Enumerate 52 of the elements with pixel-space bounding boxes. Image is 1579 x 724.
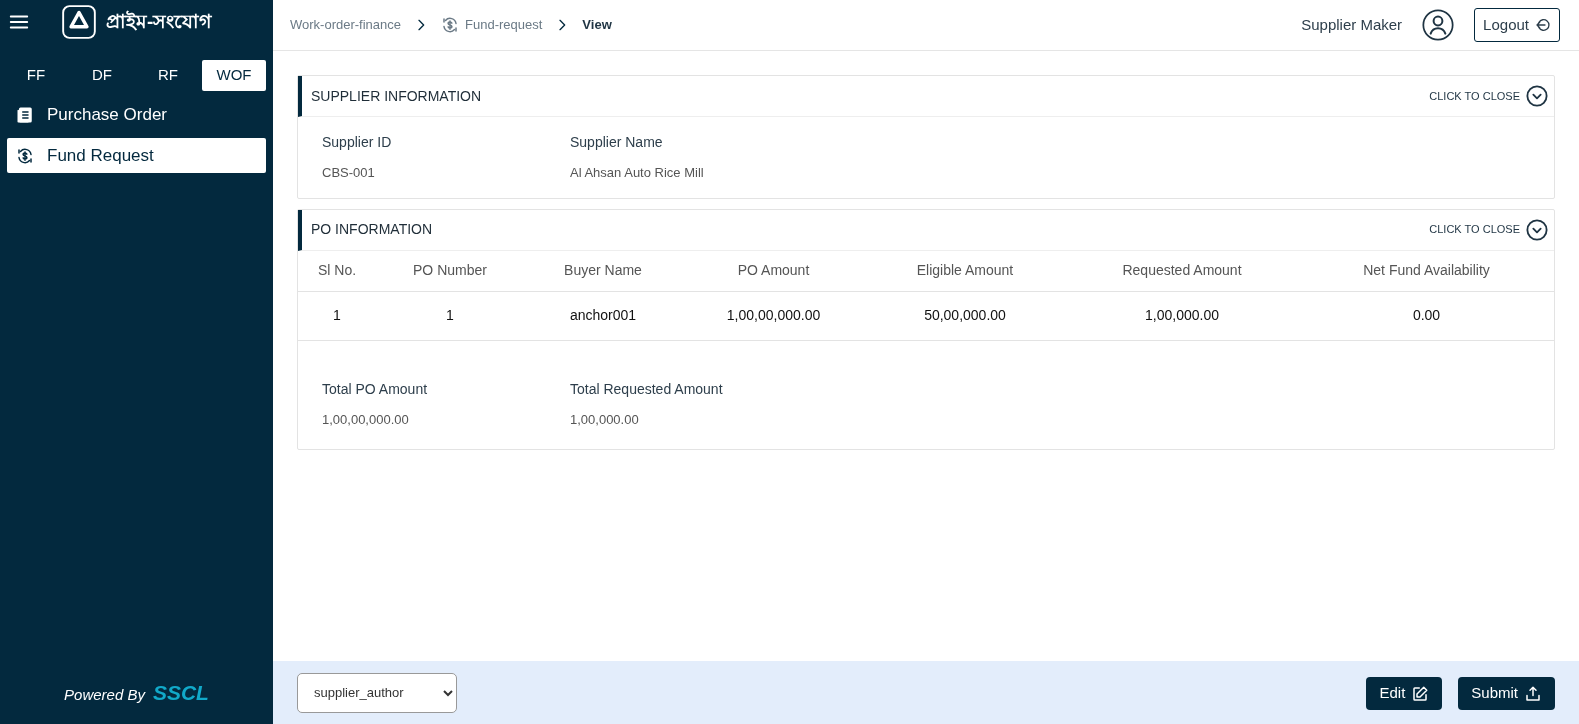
breadcrumb-link[interactable]: Fund-request: [441, 15, 543, 35]
dollar-cycle-icon: [16, 146, 34, 165]
section-title: PO INFORMATION: [311, 220, 433, 239]
section-title: SUPPLIER INFORMATION: [311, 86, 482, 106]
role-select[interactable]: supplier_author: [297, 672, 457, 713]
submit-button[interactable]: Submit: [1458, 677, 1555, 710]
field-value: Al Ahsan Auto Rice Mill: [570, 164, 705, 182]
field-label: Supplier Name: [570, 133, 664, 152]
logo-icon: [60, 3, 98, 41]
powered-by-text: Powered By: [64, 684, 145, 705]
column-header: Buyer Name: [563, 261, 643, 280]
table-cell-text: 50,00,000.00: [923, 306, 1007, 325]
table-cell-text: anchor001: [568, 306, 638, 325]
collapse-toggle[interactable]: CLICK TO CLOSE: [1429, 85, 1548, 107]
table-cell-text: 1: [332, 306, 342, 325]
dollar-cycle-icon: [441, 16, 460, 34]
pencil-square-icon: [1411, 684, 1430, 703]
sidebar-item[interactable]: Purchase Order: [7, 97, 266, 132]
field-label: Supplier ID: [322, 133, 393, 152]
collapse-toggle[interactable]: CLICK TO CLOSE: [1429, 218, 1548, 241]
user-name: Supplier Maker: [1301, 14, 1403, 35]
column-header: Net Fund Availability: [1362, 261, 1491, 280]
logout-button[interactable]: Logout: [1474, 8, 1560, 42]
brand-text: SSCL: [152, 679, 209, 706]
user-avatar-icon: [1422, 9, 1455, 41]
column-header: Sl No.: [316, 261, 358, 280]
logo-text: প্রাইম-সংযোগ: [106, 9, 212, 34]
document-list-icon: [16, 105, 34, 124]
chevron-circle-icon: [1526, 218, 1548, 241]
edit-button[interactable]: Edit: [1366, 677, 1443, 710]
field-value: 1,00,00,000.00: [322, 410, 410, 429]
exit-arrow-icon: [1535, 17, 1551, 33]
field-label: Total PO Amount: [322, 379, 429, 399]
field-label: Total Requested Amount: [570, 379, 724, 399]
module-tab[interactable]: RF: [136, 60, 200, 91]
table-cell-text: 1: [445, 306, 455, 325]
module-tab[interactable]: DF: [70, 60, 134, 91]
table-cell-text: 1,00,00,000.00: [725, 306, 822, 325]
column-header: PO Number: [412, 261, 488, 280]
sidebar-item[interactable]: Fund Request: [7, 138, 266, 173]
chevron-circle-icon: [1526, 85, 1548, 107]
breadcrumb-link[interactable]: Work-order-finance: [290, 15, 402, 35]
upload-tray-icon: [1524, 684, 1542, 703]
column-header: Eligible Amount: [915, 261, 1015, 280]
field-value: CBS-001: [322, 164, 376, 182]
module-tab[interactable]: WOF: [202, 60, 266, 91]
module-tab[interactable]: FF: [4, 60, 68, 91]
table-cell-text: 0.00: [1411, 306, 1442, 325]
column-header: Requested Amount: [1121, 261, 1243, 280]
field-value: 1,00,000.00: [570, 410, 640, 429]
column-header: PO Amount: [736, 261, 811, 280]
table-cell-text: 1,00,000.00: [1144, 306, 1220, 325]
